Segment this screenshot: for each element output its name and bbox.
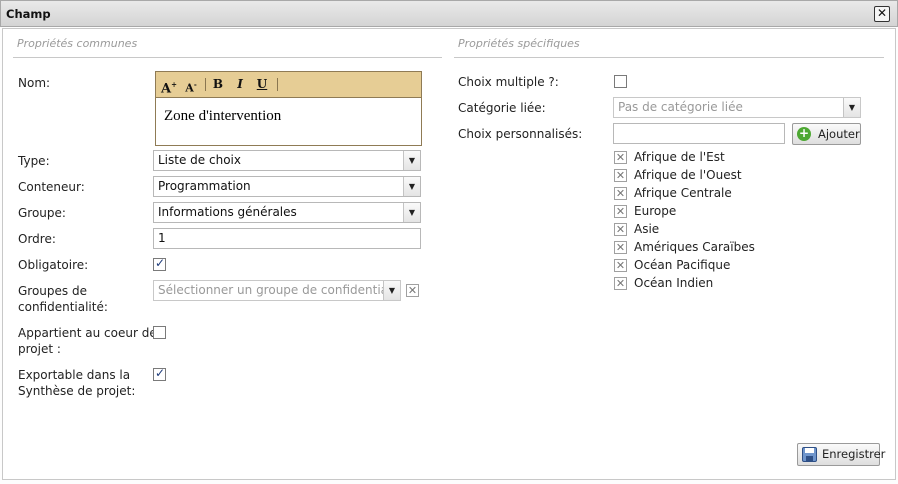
groupes-conf-select[interactable]: Sélectionner un groupe de confidentialit… xyxy=(153,280,401,301)
groupes-conf-label-1: Groupes de xyxy=(18,284,87,298)
groupes-conf-label-2: confidentialité: xyxy=(18,300,108,314)
choice-label: Afrique de l'Est xyxy=(634,150,725,164)
editor-toolbar: A+ A- B I U xyxy=(156,72,421,98)
exportable-label-1: Exportable dans la xyxy=(18,368,131,382)
exportable-checkbox[interactable] xyxy=(153,366,166,381)
exportable-label-2: Synthèse de projet: xyxy=(18,384,136,398)
bold-button[interactable]: B xyxy=(209,76,227,93)
section-title-common: Propriétés communes xyxy=(17,37,138,50)
obligatoire-label: Obligatoire: xyxy=(18,258,89,272)
conteneur-value: Programmation xyxy=(158,179,251,193)
font-shrink-icon[interactable]: A- xyxy=(182,76,200,95)
ordre-label: Ordre: xyxy=(18,232,56,246)
chevron-down-icon[interactable]: ▼ xyxy=(843,98,860,117)
choix-multiple-label: Choix multiple ?: xyxy=(458,75,559,89)
rich-text-editor: A+ A- B I U Zone d'intervention xyxy=(155,71,422,146)
conteneur-select[interactable]: Programmation ▼ xyxy=(153,176,421,197)
chevron-down-icon[interactable]: ▼ xyxy=(403,151,420,170)
coeur-label-1: Appartient au coeur de xyxy=(18,326,157,340)
choice-label: Amériques Caraïbes xyxy=(634,240,755,254)
window-title: Champ xyxy=(6,7,51,21)
chevron-down-icon[interactable]: ▼ xyxy=(403,203,420,222)
groupes-conf-placeholder: Sélectionner un groupe de confidentialit… xyxy=(158,283,384,297)
groupe-select[interactable]: Informations générales ▼ xyxy=(153,202,421,223)
remove-choice-icon[interactable]: ✕ xyxy=(614,169,627,182)
remove-choice-icon[interactable]: ✕ xyxy=(614,187,627,200)
choix-multiple-checkbox[interactable] xyxy=(614,75,627,88)
type-label: Type: xyxy=(18,154,50,168)
conteneur-label: Conteneur: xyxy=(18,180,85,194)
choice-label: Asie xyxy=(634,222,660,236)
window-title-bar: Champ ✕ xyxy=(0,0,898,27)
toolbar-separator xyxy=(205,78,206,91)
plus-circle-icon: + xyxy=(797,126,811,141)
floppy-disk-icon xyxy=(802,447,817,462)
remove-choice-icon[interactable]: ✕ xyxy=(614,259,627,272)
choice-label: Afrique de l'Ouest xyxy=(634,168,742,182)
obligatoire-checkbox[interactable] xyxy=(153,256,166,271)
type-select[interactable]: Liste de choix ▼ xyxy=(153,150,421,171)
font-grow-icon[interactable]: A+ xyxy=(160,76,178,96)
save-button[interactable]: Enregistrer xyxy=(797,443,885,466)
close-icon[interactable]: ✕ xyxy=(874,6,890,22)
choices-list: ✕ Afrique de l'Est ✕ Afrique de l'Ouest … xyxy=(614,149,814,299)
section-divider xyxy=(454,57,884,58)
choix-perso-label: Choix personnalisés: xyxy=(458,127,583,141)
add-choice-label: Ajouter xyxy=(818,127,860,141)
choice-label: Océan Pacifique xyxy=(634,258,731,272)
categorie-select[interactable]: Pas de catégorie liée ▼ xyxy=(613,97,861,118)
nom-label: Nom: xyxy=(18,76,51,90)
toolbar-separator xyxy=(277,78,278,91)
groupe-label: Groupe: xyxy=(18,206,66,220)
choix-perso-input[interactable] xyxy=(613,123,785,144)
chevron-down-icon[interactable]: ▼ xyxy=(403,177,420,196)
save-label: Enregistrer xyxy=(822,447,886,461)
dialog-body: Propriétés communes Nom: A+ A- B I U Zon… xyxy=(2,28,896,480)
coeur-label-2: projet : xyxy=(18,342,61,356)
ordre-input[interactable]: 1 xyxy=(153,228,421,249)
categorie-value: Pas de catégorie liée xyxy=(618,100,743,114)
clear-groupes-icon[interactable]: ✕ xyxy=(406,284,419,297)
groupe-value: Informations générales xyxy=(158,205,297,219)
remove-choice-icon[interactable]: ✕ xyxy=(614,205,627,218)
underline-button[interactable]: U xyxy=(253,76,271,93)
remove-choice-icon[interactable]: ✕ xyxy=(614,151,627,164)
add-choice-button[interactable]: + Ajouter xyxy=(792,123,861,145)
chevron-down-icon[interactable]: ▼ xyxy=(383,281,400,300)
categorie-label: Catégorie liée: xyxy=(458,101,546,115)
nom-editor-content[interactable]: Zone d'intervention xyxy=(156,98,421,125)
italic-button[interactable]: I xyxy=(231,76,249,93)
coeur-checkbox[interactable] xyxy=(153,326,166,339)
type-value: Liste de choix xyxy=(158,153,241,167)
choice-label: Europe xyxy=(634,204,677,218)
choice-label: Océan Indien xyxy=(634,276,714,290)
remove-choice-icon[interactable]: ✕ xyxy=(614,277,627,290)
remove-choice-icon[interactable]: ✕ xyxy=(614,223,627,236)
section-title-specific: Propriétés spécifiques xyxy=(458,37,580,50)
choice-label: Afrique Centrale xyxy=(634,186,732,200)
remove-choice-icon[interactable]: ✕ xyxy=(614,241,627,254)
section-divider xyxy=(13,57,442,58)
